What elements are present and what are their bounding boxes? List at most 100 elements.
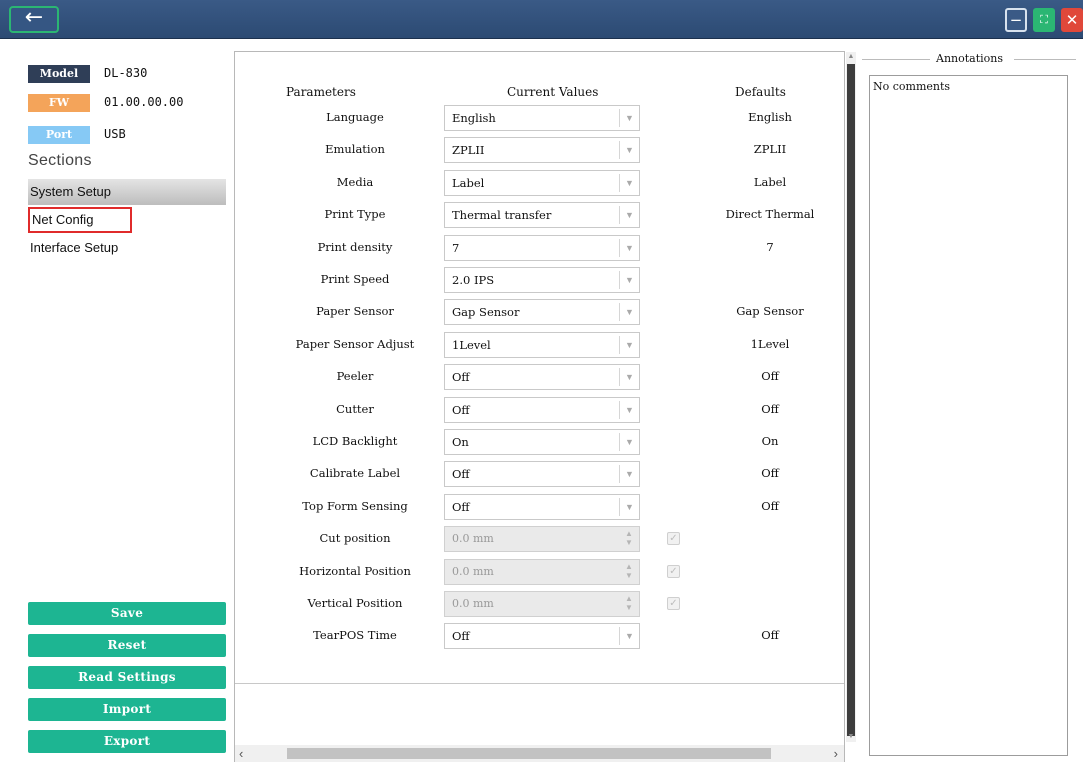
enable-checkbox[interactable]: ✓	[667, 564, 680, 578]
chevron-down-icon[interactable]: ▼	[619, 497, 639, 516]
maximize-icon[interactable]: ⛶	[1033, 8, 1055, 32]
param-label: Horizontal Position	[299, 563, 411, 578]
scroll-up-icon[interactable]: ▲	[846, 52, 856, 62]
default-value: Off	[761, 466, 779, 481]
chevron-down-icon[interactable]: ▼	[619, 627, 639, 646]
param-label: LCD Backlight	[312, 434, 398, 448]
header-parameters: Parameters	[286, 85, 356, 99]
value-dropdown[interactable]: Off ▼	[444, 623, 640, 650]
enable-checkbox[interactable]: ✓	[667, 597, 680, 610]
default-value: 1Level	[750, 336, 790, 351]
chevron-down-icon[interactable]: ▼	[619, 206, 639, 225]
fw-value: 01.00.00.00	[104, 95, 184, 109]
value-dropdown[interactable]: Off ▼	[444, 364, 640, 391]
minimize-icon[interactable]: −	[1005, 8, 1027, 32]
section-item-interface-setup[interactable]: Interface Setup	[28, 235, 226, 261]
chevron-down-icon[interactable]: ▼	[619, 303, 639, 322]
vertical-scrollbar[interactable]: ▲ ▼	[846, 52, 856, 742]
value-dropdown[interactable]: ZPLII ▼	[444, 137, 640, 164]
current-value: 0.0 mm	[452, 532, 494, 546]
chevron-down-icon[interactable]: ▼	[619, 271, 639, 289]
param-label: Print density	[317, 239, 393, 254]
param-label: Top Form Sensing	[302, 498, 408, 513]
settings-panel: Parameters Current Values Defaults Langu…	[234, 51, 856, 762]
chevron-down-icon[interactable]: ▼	[619, 465, 639, 484]
value-dropdown[interactable]: Gap Sensor ▼	[444, 299, 640, 326]
chevron-down-icon[interactable]: ▼	[619, 109, 639, 127]
value-dropdown[interactable]: 7 ▼	[444, 234, 640, 261]
value-dropdown[interactable]: Off ▼	[444, 493, 640, 520]
setting-row-cut-position: Cut position 0.0 mm ▲ ▼ ✓	[235, 526, 844, 553]
scroll-down-icon[interactable]: ▼	[846, 732, 856, 742]
save-button[interactable]: Save	[28, 602, 226, 625]
value-spinbox[interactable]: 0.0 mm ▲ ▼	[444, 558, 640, 585]
header-current-values: Current Values	[507, 85, 599, 99]
setting-row-tearpos-time: TearPOS Time Off ▼ Off	[235, 623, 844, 650]
param-label: Print Type	[324, 207, 386, 222]
enable-checkbox[interactable]: ✓	[667, 532, 680, 546]
setting-row-media: Media Label ▼ Label	[235, 169, 844, 196]
section-item-system-setup[interactable]: System Setup	[28, 179, 226, 205]
sections-title: Sections	[28, 152, 92, 169]
chevron-down-icon[interactable]: ▼	[619, 141, 639, 160]
current-value: Off	[452, 629, 470, 644]
value-dropdown[interactable]: English ▼	[444, 105, 640, 131]
back-arrow-icon[interactable]: ←	[9, 6, 59, 33]
setting-row-print-type: Print Type Thermal transfer ▼ Direct Therma…	[235, 202, 844, 229]
value-dropdown[interactable]: Off ▼	[444, 461, 640, 488]
port-tag: Port	[28, 126, 90, 144]
vertical-scroll-thumb[interactable]	[847, 64, 855, 736]
chevron-down-icon[interactable]: ▼	[619, 238, 639, 257]
setting-row-lcd-backlight: LCD Backlight On ▼ On	[235, 429, 844, 455]
chevron-down-icon[interactable]: ▼	[619, 400, 639, 419]
value-spinbox[interactable]: 0.0 mm ▲ ▼	[444, 591, 640, 617]
port-value: USB	[104, 127, 126, 141]
spin-arrows-icon[interactable]: ▲ ▼	[623, 562, 635, 582]
setting-row-peeler: Peeler Off ▼ Off	[235, 364, 844, 391]
scroll-right-icon[interactable]: ›	[834, 746, 838, 761]
spin-arrows-icon[interactable]: ▲ ▼	[623, 594, 635, 614]
default-value: Gap Sensor	[736, 304, 804, 319]
setting-row-top-form-sensing: Top Form Sensing Off ▼ Off	[235, 493, 844, 520]
default-value: Off	[761, 369, 779, 384]
scroll-left-icon[interactable]: ‹	[239, 746, 243, 761]
export-button[interactable]: Export	[28, 730, 226, 753]
import-button[interactable]: Import	[28, 698, 226, 721]
current-value: Off	[452, 467, 470, 482]
section-item-net-config[interactable]: Net Config	[28, 207, 132, 233]
chevron-down-icon[interactable]: ▼	[619, 173, 639, 192]
setting-row-vertical-position: Vertical Position 0.0 mm ▲ ▼ ✓	[235, 591, 844, 617]
value-dropdown[interactable]: Thermal transfer ▼	[444, 202, 640, 229]
annotations-textbox[interactable]: No comments	[869, 75, 1068, 756]
read-settings-button[interactable]: Read Settings	[28, 666, 226, 689]
param-label: Emulation	[325, 142, 385, 157]
model-tag: Model	[28, 65, 90, 83]
param-label: Media	[336, 174, 374, 189]
default-value: Off	[761, 498, 779, 513]
annotations-divider	[1014, 59, 1076, 60]
param-label: Cutter	[336, 401, 374, 416]
current-value: Thermal transfer	[452, 208, 552, 223]
value-dropdown[interactable]: Off ▼	[444, 396, 640, 423]
chevron-down-icon[interactable]: ▼	[619, 433, 639, 451]
value-dropdown[interactable]: On ▼	[444, 429, 640, 455]
default-value: Label	[753, 174, 787, 189]
title-bar: ← − ⛶ ✕	[0, 0, 1083, 39]
reset-button[interactable]: Reset	[28, 634, 226, 657]
chevron-down-icon[interactable]: ▼	[619, 335, 639, 354]
horizontal-scrollbar[interactable]: ‹ ›	[235, 745, 844, 762]
close-icon[interactable]: ✕	[1061, 8, 1083, 32]
param-label: Paper Sensor Adjust	[295, 336, 415, 351]
current-value: 7	[452, 240, 460, 255]
value-dropdown[interactable]: 1Level ▼	[444, 331, 640, 358]
horizontal-scroll-thumb[interactable]	[287, 748, 771, 759]
value-dropdown[interactable]: Label ▼	[444, 169, 640, 196]
header-defaults: Defaults	[735, 85, 786, 99]
value-dropdown[interactable]: 2.0 IPS ▼	[444, 267, 640, 293]
spin-arrows-icon[interactable]: ▲ ▼	[623, 529, 635, 549]
annotations-divider	[862, 59, 930, 60]
setting-row-calibrate-label: Calibrate Label Off ▼ Off	[235, 461, 844, 488]
chevron-down-icon[interactable]: ▼	[619, 368, 639, 387]
current-value: Label	[452, 175, 485, 190]
value-spinbox[interactable]: 0.0 mm ▲ ▼	[444, 526, 640, 553]
